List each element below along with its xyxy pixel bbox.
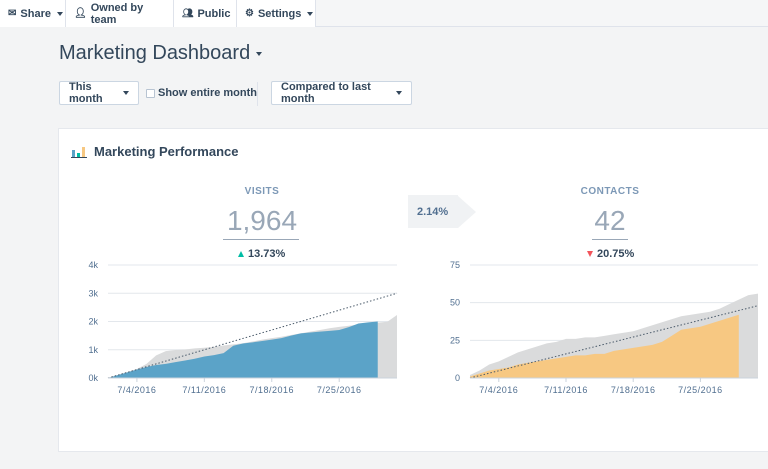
arrow-right-icon xyxy=(458,195,476,228)
public-label: Public xyxy=(197,7,231,20)
conversion-rate-arrow: 2.14% xyxy=(408,195,476,228)
visits-value: 1,964 xyxy=(226,205,298,236)
checkbox-box[interactable] xyxy=(146,88,155,98)
x-tick-label: 7/18/2016 xyxy=(249,385,294,395)
y-tick-label: 2k xyxy=(88,317,98,327)
x-tick-label: 7/11/2016 xyxy=(182,385,226,395)
y-tick-label: 4k xyxy=(88,260,98,270)
contacts-label: CONTACTS xyxy=(580,186,640,197)
page-title: Marketing Dashboard xyxy=(59,42,251,64)
show-entire-month-label: Show entire month xyxy=(158,87,257,99)
x-tick-label: 7/4/2016 xyxy=(479,385,518,395)
conversion-rate: 2.14% xyxy=(408,195,458,228)
toolbar: ✉ Share 👤︎ Owned by team 👥︎ Public ⚙ Set… xyxy=(0,0,768,27)
contacts-value: 42 xyxy=(594,205,626,236)
users-icon: 👥︎ xyxy=(182,8,194,18)
card-title: Marketing Performance xyxy=(94,144,239,159)
y-tick-label: 75 xyxy=(450,260,460,270)
show-entire-month-checkbox[interactable]: Show entire month xyxy=(146,87,257,99)
visits-label: VISITS xyxy=(244,186,280,197)
y-tick-label: 25 xyxy=(450,335,460,345)
y-tick-label: 50 xyxy=(450,298,460,308)
dashboard-selector[interactable]: Marketing Dashboard xyxy=(59,42,263,65)
x-tick-label: 7/25/2016 xyxy=(678,385,723,395)
contacts-chart: 0 25 50 75 7/4/2016 7/11/2016 7/18/2016 7/25/20… xyxy=(450,260,759,395)
chevron-down-icon xyxy=(396,91,402,95)
compare-label: Compared to last month xyxy=(281,81,371,105)
share-label: Share xyxy=(20,7,51,20)
x-tick-label: 7/25/2016 xyxy=(317,385,362,395)
date-range-dropdown[interactable]: This month xyxy=(59,81,139,105)
chevron-down-icon xyxy=(123,91,129,95)
public-button[interactable]: 👥︎ Public xyxy=(174,0,237,27)
x-tick-label: 7/18/2016 xyxy=(611,385,656,395)
filter-divider xyxy=(257,82,258,106)
user-icon: 👤︎ xyxy=(74,8,87,19)
x-tick-label: 7/11/2016 xyxy=(544,385,588,395)
y-tick-label: 3k xyxy=(88,288,98,298)
date-range-label: This month xyxy=(69,81,103,105)
gear-icon: ⚙ xyxy=(245,8,254,19)
settings-label: Settings xyxy=(257,7,302,20)
y-tick-label: 1k xyxy=(88,345,98,355)
envelope-icon: ✉ xyxy=(8,8,17,19)
chevron-down-icon xyxy=(56,11,63,16)
x-tick-label: 7/4/2016 xyxy=(117,385,156,395)
y-tick-label: 0 xyxy=(455,373,460,383)
chevron-down-icon xyxy=(256,51,263,56)
visits-chart: 0k 1k 2k 3k 4k 7/4/2016 7/11/2016 7/18/2016 7/25… xyxy=(88,260,398,395)
chevron-down-icon xyxy=(307,11,314,16)
share-button[interactable]: ✉ Share xyxy=(0,0,66,27)
owned-by-team-button[interactable]: 👤︎ Owned by team xyxy=(66,0,174,27)
compare-dropdown[interactable]: Compared to last month xyxy=(271,81,412,105)
contacts-underline xyxy=(592,239,628,240)
card-header: Marketing Performance xyxy=(71,144,239,159)
visits-underline xyxy=(223,239,299,240)
settings-button[interactable]: ⚙ Settings xyxy=(237,0,316,27)
bar-chart-icon xyxy=(71,147,87,158)
owned-label: Owned by team xyxy=(90,1,144,26)
y-tick-label: 0k xyxy=(88,373,98,383)
